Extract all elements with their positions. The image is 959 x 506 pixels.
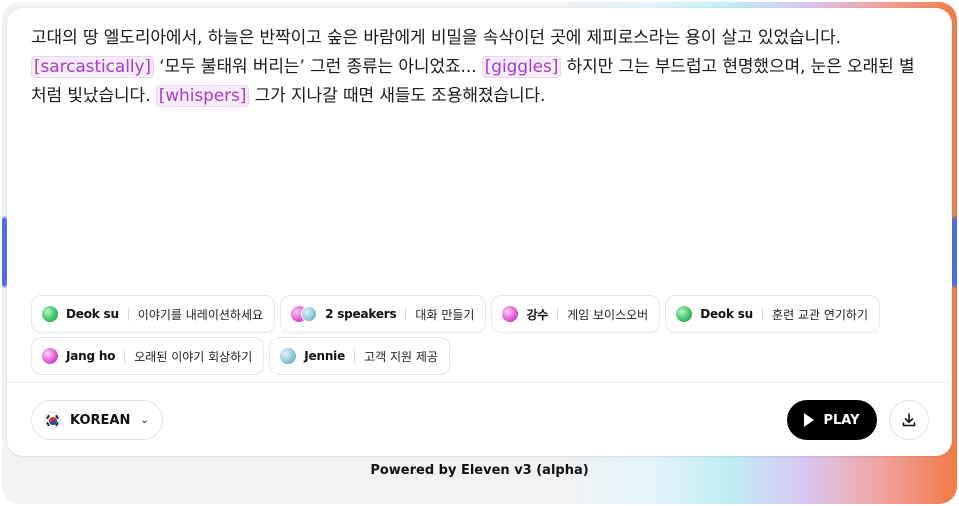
chip-separator xyxy=(557,307,559,321)
example-chip[interactable]: 강수 게임 보이스오버 xyxy=(491,295,661,333)
chip-voice-name: Jennie xyxy=(304,349,346,363)
chip-voice-name: Deok su xyxy=(700,307,754,321)
language-label: KOREAN xyxy=(70,412,131,428)
chip-row: Jang ho 오래된 이야기 회상하기 Jennie 고객 지원 제공 xyxy=(31,337,931,375)
editor-text: 그가 지나갈 때면 새들도 조용해졌습니다. xyxy=(249,86,546,106)
example-chip[interactable]: Jennie 고객 지원 제공 xyxy=(269,337,450,375)
chip-action-label: 고객 지원 제공 xyxy=(364,349,438,364)
voice-avatar-icon xyxy=(280,348,297,364)
text-editor[interactable]: 고대의 땅 엘도리아에서, 하늘은 반짝이고 숲은 바람에게 비밀을 속삭이던 … xyxy=(31,24,926,111)
chip-action-label: 오래된 이야기 회상하기 xyxy=(134,349,253,364)
chip-voice-name: Deok su xyxy=(66,307,119,321)
play-icon xyxy=(804,413,815,427)
chip-action-label: 게임 보이스오버 xyxy=(567,307,649,322)
divider xyxy=(7,382,952,383)
voice-avatar-icon xyxy=(42,306,58,322)
audio-tag: [giggles] xyxy=(481,56,562,78)
voice-avatar-group xyxy=(291,306,318,322)
chip-separator xyxy=(124,349,126,363)
powered-by-footer: Powered by Eleven v3 (alpha) xyxy=(370,463,589,478)
example-chip[interactable]: 2 speakers 대화 만들기 xyxy=(280,295,487,333)
chip-voice-name: 강수 xyxy=(526,307,549,322)
voice-avatar-icon xyxy=(301,306,318,322)
chip-action-label: 대화 만들기 xyxy=(415,307,475,322)
chip-action-label: 이야기를 내레이션하세요 xyxy=(137,307,264,322)
audio-tag: [sarcastically] xyxy=(31,56,154,78)
chevron-down-icon: ⌄ xyxy=(140,414,149,426)
voice-avatar-icon xyxy=(42,348,58,364)
language-selector[interactable]: KOREAN ⌄ xyxy=(31,400,163,440)
chip-separator xyxy=(762,307,764,321)
chip-row: Deok su 이야기를 내레이션하세요 2 speakers 대화 만들기 강수 게임 … xyxy=(31,295,931,333)
editor-text: 고대의 땅 엘도리아에서, 하늘은 반짝이고 숲은 바람에게 비밀을 속삭이던 … xyxy=(31,28,841,48)
tts-card: 고대의 땅 엘도리아에서, 하늘은 반짝이고 숲은 바람에게 비밀을 속삭이던 … xyxy=(7,8,952,456)
play-label: PLAY xyxy=(823,412,860,428)
audio-tag: [whispers] xyxy=(155,85,250,107)
chip-voice-name: Jang ho xyxy=(66,349,116,363)
example-chip[interactable]: Deok su 이야기를 내레이션하세요 xyxy=(31,295,276,333)
chip-action-label: 훈련 교관 연기하기 xyxy=(772,307,868,322)
chip-separator xyxy=(127,307,129,321)
example-chips: Deok su 이야기를 내레이션하세요 2 speakers 대화 만들기 강수 게임 … xyxy=(31,295,931,379)
chip-separator xyxy=(354,349,356,363)
download-button[interactable] xyxy=(889,400,929,440)
chip-voice-name: 2 speakers xyxy=(325,307,397,321)
example-chip[interactable]: Jang ho 오래된 이야기 회상하기 xyxy=(31,337,265,375)
chip-separator xyxy=(405,307,407,321)
korea-flag-icon xyxy=(44,411,61,429)
play-button[interactable]: PLAY xyxy=(787,400,877,440)
voice-avatar-icon xyxy=(502,306,519,322)
editor-text: ‘모두 불태워 버리는’ 그런 종류는 아니었죠... xyxy=(153,57,482,77)
voice-avatar-icon xyxy=(676,306,693,322)
download-icon xyxy=(902,413,916,427)
example-chip[interactable]: Deok su 훈련 교관 연기하기 xyxy=(665,295,880,333)
